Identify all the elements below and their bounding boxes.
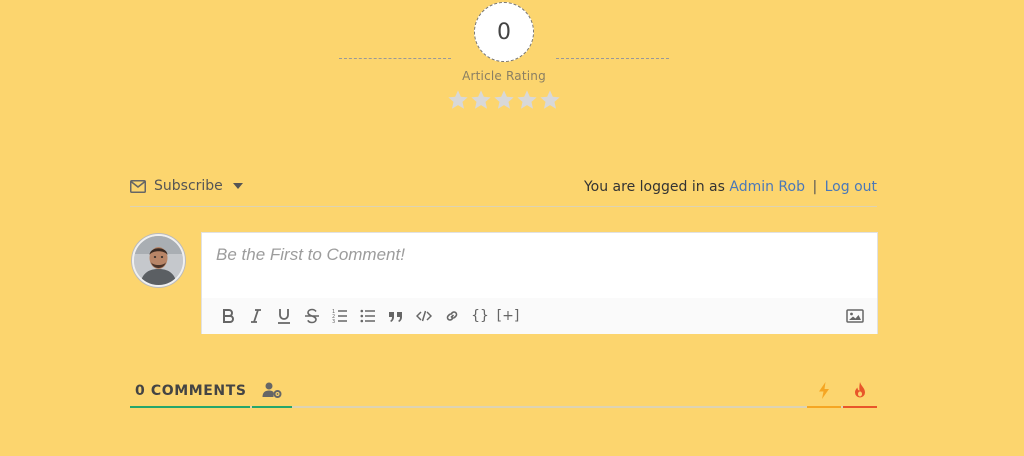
tab-comments-count[interactable]: 0 COMMENTS bbox=[130, 378, 250, 408]
logout-link[interactable]: Log out bbox=[825, 179, 877, 195]
subscribe-bar: Subscribe You are logged in as Admin Rob… bbox=[130, 174, 877, 207]
lightning-icon bbox=[819, 382, 829, 399]
flame-icon bbox=[855, 382, 865, 398]
rating-divider-left bbox=[339, 58, 451, 59]
bold-icon[interactable] bbox=[214, 304, 242, 328]
rating-value: 0 bbox=[474, 2, 534, 62]
strikethrough-icon[interactable] bbox=[298, 304, 326, 328]
star-rating[interactable] bbox=[447, 89, 561, 111]
login-prefix: You are logged in as bbox=[583, 179, 725, 195]
envelope-icon bbox=[130, 179, 146, 193]
rating-divider-right bbox=[556, 58, 669, 59]
rating-label: Article Rating bbox=[462, 69, 546, 83]
underline-icon[interactable] bbox=[270, 304, 298, 328]
star-icon[interactable] bbox=[447, 89, 469, 111]
star-icon[interactable] bbox=[470, 89, 492, 111]
svg-text:3: 3 bbox=[332, 319, 335, 324]
unordered-list-icon[interactable] bbox=[354, 304, 382, 328]
blockquote-icon[interactable] bbox=[382, 304, 410, 328]
star-icon[interactable] bbox=[539, 89, 561, 111]
link-icon[interactable] bbox=[438, 304, 466, 328]
login-status: You are logged in as Admin Rob | Log out bbox=[584, 179, 877, 195]
login-separator: | bbox=[812, 179, 818, 195]
user-profile-link[interactable]: Admin Rob bbox=[729, 179, 805, 195]
star-icon[interactable] bbox=[516, 89, 538, 111]
avatar bbox=[132, 234, 185, 287]
tab-newest[interactable] bbox=[807, 378, 841, 408]
image-icon[interactable] bbox=[841, 304, 869, 328]
source-code-icon[interactable]: {} bbox=[466, 304, 494, 328]
editor-toolbar: 123 {} [+] bbox=[202, 298, 877, 334]
italic-icon[interactable] bbox=[242, 304, 270, 328]
subscribe-label: Subscribe bbox=[154, 178, 223, 194]
ordered-list-icon[interactable]: 123 bbox=[326, 304, 354, 328]
spoiler-icon[interactable]: [+] bbox=[494, 304, 522, 328]
comments-tabs: 0 COMMENTS bbox=[130, 378, 877, 408]
comment-editor: 123 {} [+] bbox=[201, 232, 878, 334]
tab-hottest[interactable] bbox=[843, 378, 877, 408]
chevron-down-icon bbox=[232, 183, 243, 189]
code-icon[interactable] bbox=[410, 304, 438, 328]
user-photo bbox=[134, 236, 183, 285]
comment-input[interactable] bbox=[202, 233, 877, 298]
tab-user-settings[interactable] bbox=[252, 378, 292, 408]
star-icon[interactable] bbox=[493, 89, 515, 111]
user-cog-icon bbox=[262, 382, 282, 398]
subscribe-dropdown[interactable]: Subscribe bbox=[130, 178, 243, 194]
